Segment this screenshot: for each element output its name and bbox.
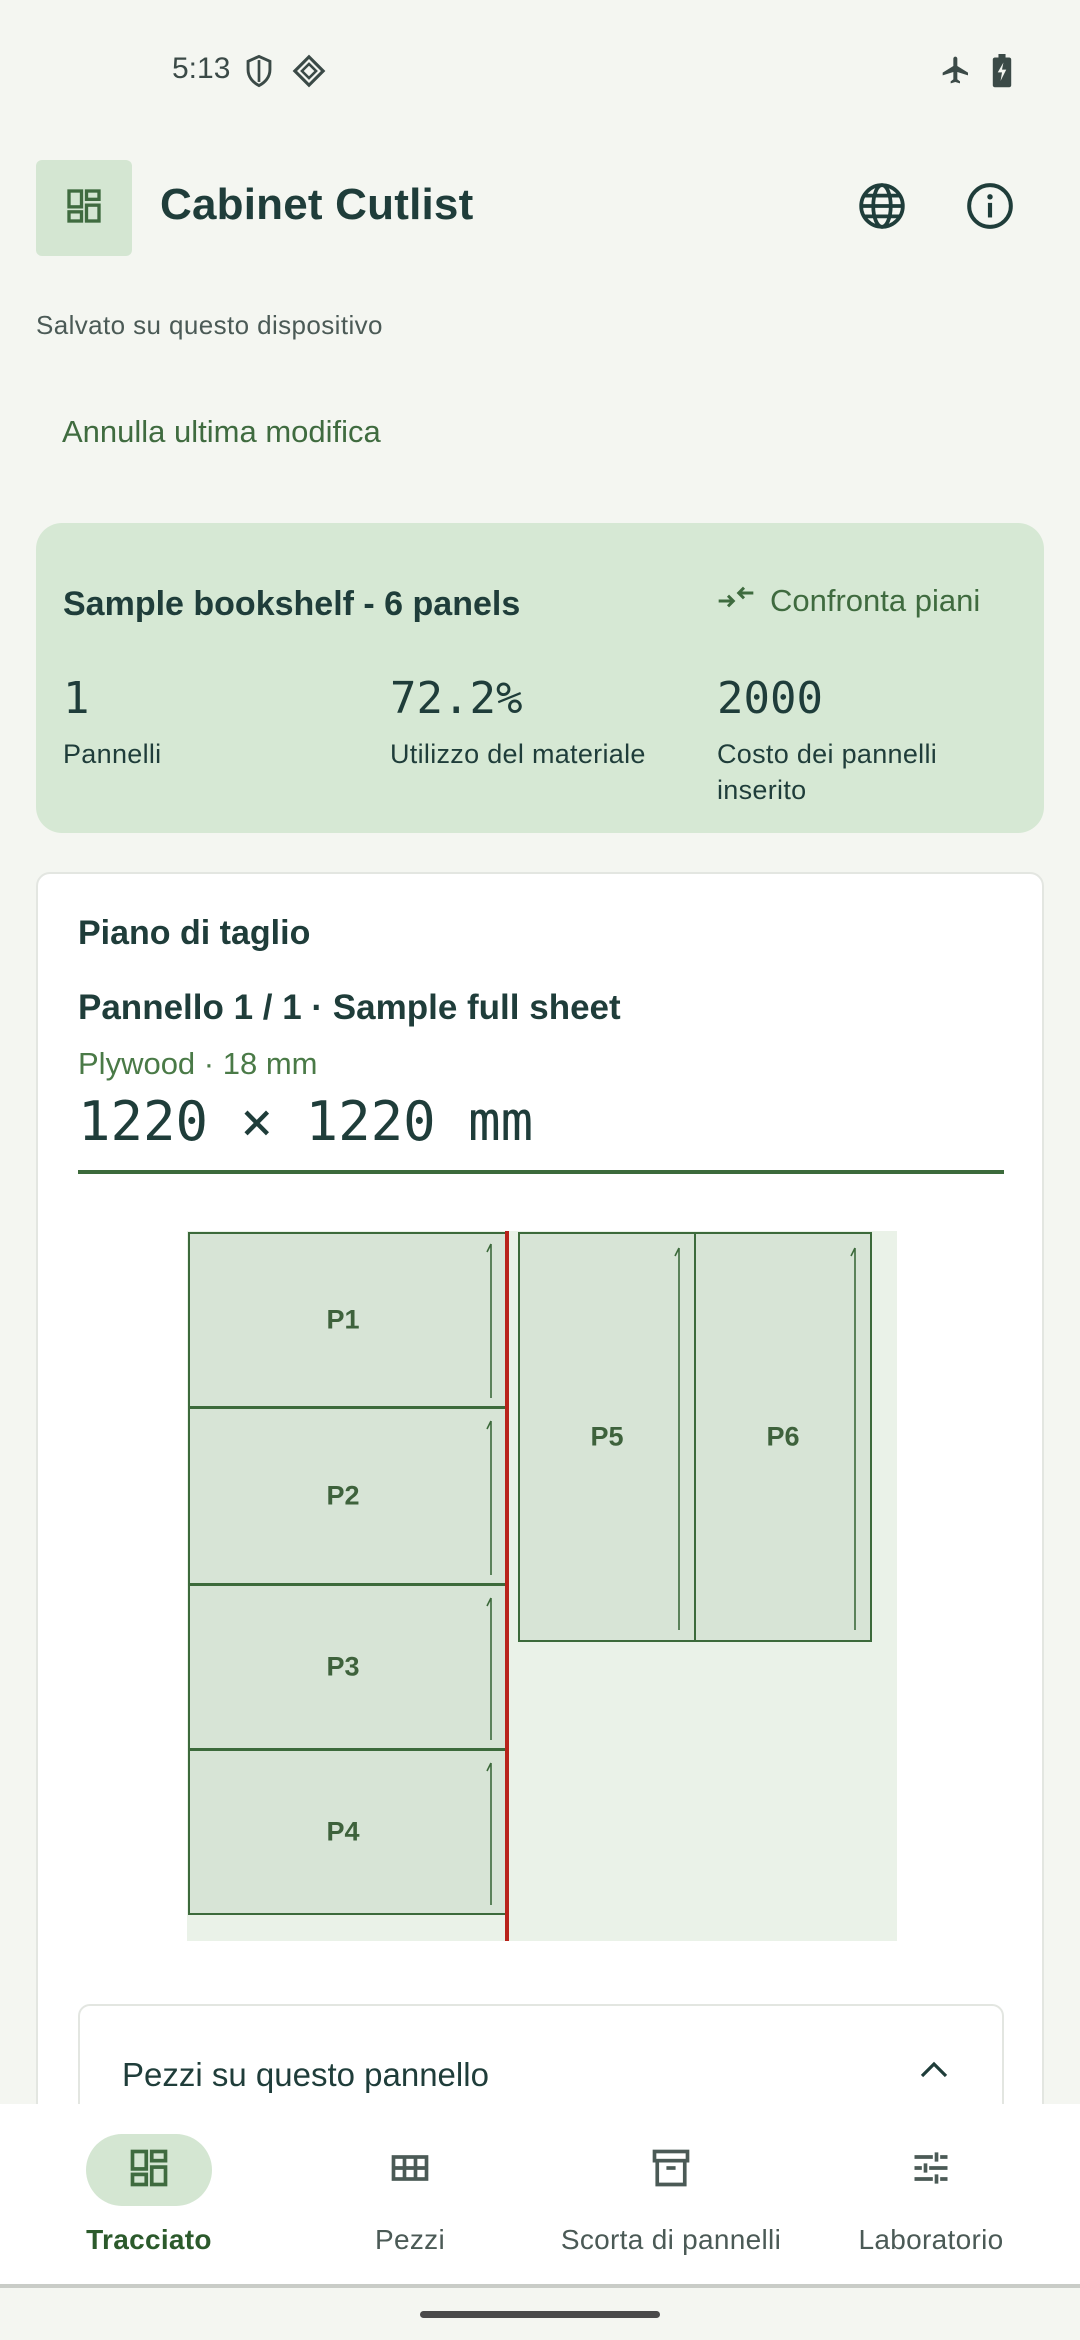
piece-p1[interactable]: P1 — [188, 1232, 508, 1408]
piece-label: P3 — [326, 1651, 360, 1682]
archive-box-icon — [649, 2146, 693, 2195]
grain-arrow-icon — [486, 1420, 492, 1575]
pieces-section-title: Pezzi su questo pannello — [122, 2056, 489, 2093]
grain-arrow-icon — [486, 1243, 492, 1398]
stat-panel-cost: 2000 Costo dei pannelli inserito — [717, 673, 1007, 808]
gesture-handle[interactable] — [420, 2311, 660, 2318]
nav-indicator — [347, 2134, 473, 2206]
info-button[interactable] — [960, 178, 1020, 238]
piece-p6[interactable]: P6 — [694, 1232, 872, 1642]
nav-label: Laboratorio — [858, 2224, 1004, 2255]
nav-laboratorio[interactable]: Laboratorio — [801, 2134, 1061, 2256]
grain-arrow-icon — [850, 1247, 856, 1630]
nav-label: Tracciato — [86, 2224, 212, 2255]
battery-icon — [992, 54, 1012, 93]
bottom-navigation: Tracciato Pezzi Scorta di pannelli Labor… — [0, 2104, 1080, 2288]
sheet-layout-diagram: P1 P2 P3 P4 P5 P6 — [187, 1231, 897, 1941]
nav-indicator — [86, 2134, 212, 2206]
undo-button[interactable]: Annulla ultima modifica — [62, 414, 381, 450]
sliders-icon — [909, 2146, 953, 2195]
panel-title: Pannello 1 / 1 · Sample full sheet — [78, 988, 621, 1027]
stat-label: Costo dei pannelli inserito — [717, 739, 938, 805]
save-status: Salvato su questo dispositivo — [36, 310, 383, 340]
airplane-mode-icon — [940, 54, 972, 91]
cut-line — [505, 1231, 509, 1941]
stat-value: 1 — [63, 673, 90, 724]
nav-label: Pezzi — [375, 2224, 445, 2255]
piece-p3[interactable]: P3 — [188, 1584, 508, 1750]
location-diamond-icon — [292, 54, 326, 93]
app-title: Cabinet Cutlist — [160, 180, 474, 229]
panel-material: Plywood · 18 mm — [78, 1046, 318, 1081]
plan-name: Sample bookshelf - 6 panels — [63, 585, 521, 623]
app-logo — [36, 160, 132, 256]
status-time: 5:13 — [172, 52, 231, 85]
globe-icon — [857, 181, 907, 236]
grain-arrow-icon — [674, 1247, 680, 1630]
compare-plans-label: Confronta piani — [770, 583, 981, 618]
status-bar: 5:13 — [0, 0, 1080, 140]
stat-value: 72.2% — [390, 673, 523, 724]
nav-indicator — [608, 2134, 734, 2206]
nav-label: Scorta di pannelli — [560, 2224, 782, 2255]
nav-indicator — [868, 2134, 994, 2206]
stat-value: 2000 — [717, 673, 823, 724]
nav-tracciato[interactable]: Tracciato — [19, 2134, 279, 2256]
compare-plans-button[interactable]: Confronta piani — [716, 581, 980, 621]
summary-card: Sample bookshelf - 6 panels Confronta pi… — [36, 523, 1044, 833]
nav-pezzi[interactable]: Pezzi — [280, 2134, 540, 2256]
stat-label: Utilizzo del materiale — [390, 739, 646, 769]
shield-icon — [244, 54, 274, 93]
piece-p2[interactable]: P2 — [188, 1407, 508, 1585]
panel-dimensions: 1220 × 1220 mm — [78, 1090, 534, 1153]
stat-label: Pannelli — [63, 739, 162, 769]
piece-label: P4 — [326, 1816, 360, 1847]
piece-p5[interactable]: P5 — [518, 1232, 696, 1642]
grain-arrow-icon — [486, 1762, 492, 1905]
piece-label: P6 — [766, 1421, 800, 1452]
info-icon — [965, 181, 1015, 236]
dashboard-icon — [64, 186, 104, 231]
piece-label: P2 — [326, 1480, 360, 1511]
piece-p4[interactable]: P4 — [188, 1749, 508, 1915]
divider — [78, 1170, 1004, 1174]
chevron-up-icon[interactable] — [916, 2058, 952, 2087]
dashboard-icon — [127, 2146, 171, 2195]
grid-table-icon — [388, 2146, 432, 2195]
stat-material-usage: 72.2% Utilizzo del materiale — [390, 673, 690, 772]
language-button[interactable] — [852, 178, 912, 238]
piece-label: P5 — [590, 1421, 624, 1452]
app-header: Cabinet Cutlist — [0, 150, 1080, 270]
grain-arrow-icon — [486, 1597, 492, 1740]
stat-panels: 1 Pannelli — [63, 673, 363, 772]
plan-heading: Piano di taglio — [78, 914, 311, 952]
piece-label: P1 — [326, 1304, 360, 1335]
nav-scorta-pannelli[interactable]: Scorta di pannelli — [541, 2134, 801, 2256]
compare-arrows-icon — [716, 581, 756, 621]
cutting-plan-card: Piano di taglio Pannello 1 / 1 · Sample … — [36, 872, 1044, 2172]
